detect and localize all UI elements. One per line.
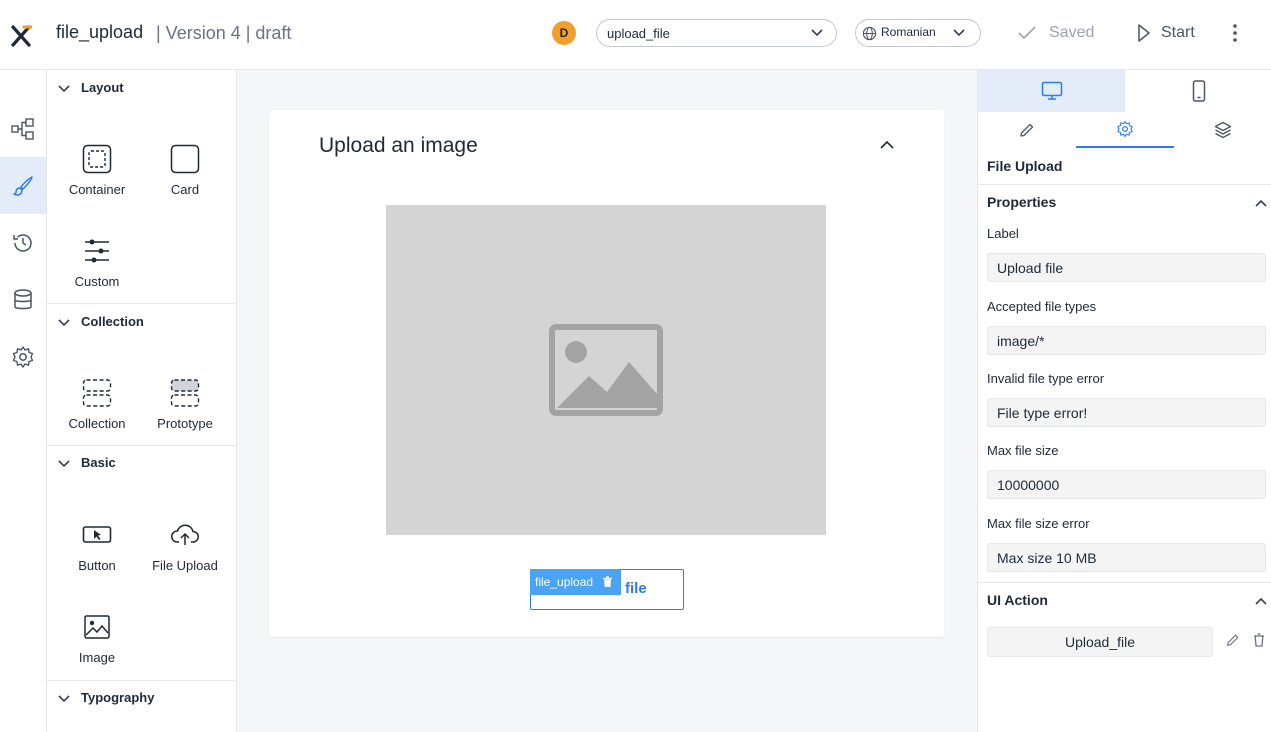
settings-tab[interactable] — [1076, 112, 1174, 148]
start-label: Start — [1161, 24, 1195, 41]
prototype-icon — [170, 378, 200, 408]
chevron-up-icon[interactable] — [879, 138, 895, 156]
invalid-type-error-field[interactable]: File type error! — [987, 398, 1266, 427]
max-size-field[interactable]: 10000000 — [987, 470, 1266, 499]
app-title: file_upload — [56, 22, 144, 42]
accepted-types-label: Accepted file types — [987, 299, 1097, 314]
flow-select-value: upload_file — [607, 26, 670, 41]
max-size-error-label: Max file size error — [987, 516, 1090, 531]
card-icon — [170, 144, 200, 174]
components-palette: Layout Container Card Custom Collection … — [47, 70, 237, 732]
desktop-icon — [1041, 81, 1062, 100]
card-component[interactable]: Upload an image file file_upload — [269, 110, 944, 637]
section-typography-label: Typography — [81, 690, 155, 705]
upload-button-label: file — [625, 580, 647, 597]
left-rail — [0, 70, 47, 732]
tile-card[interactable]: Card — [141, 144, 229, 224]
chevron-up-icon[interactable] — [1254, 594, 1268, 612]
section-typography[interactable]: Typography — [47, 680, 236, 716]
desktop-tab[interactable] — [978, 70, 1125, 112]
brush-icon[interactable] — [0, 157, 46, 214]
cloud-upload-icon — [170, 520, 200, 550]
design-canvas[interactable]: Upload an image file file_upload — [237, 70, 977, 732]
ui-action-header[interactable]: UI Action — [987, 592, 1048, 608]
ui-action-item[interactable]: Upload_file — [987, 627, 1213, 657]
tile-container-label: Container — [68, 182, 126, 197]
image-icon — [549, 324, 663, 416]
chevron-down-icon — [57, 316, 71, 334]
section-collection-label: Collection — [81, 314, 144, 329]
mobile-icon — [1192, 80, 1205, 102]
chevron-down-icon — [57, 692, 71, 710]
saved-label: Saved — [1049, 24, 1095, 41]
layers-icon — [1214, 121, 1232, 139]
language-select[interactable]: Romanian — [855, 19, 981, 47]
edit-tab[interactable] — [978, 112, 1076, 148]
section-layout-label: Layout — [81, 80, 124, 95]
inspector-panel: File Upload Properties Label Upload file… — [977, 70, 1271, 732]
edit-icon[interactable] — [1226, 633, 1240, 652]
start-button[interactable]: Start — [1137, 22, 1195, 49]
card-title: Upload an image — [319, 134, 478, 157]
section-basic[interactable]: Basic — [47, 445, 236, 481]
tile-collection-label: Collection — [68, 416, 126, 431]
image-icon — [82, 612, 112, 642]
saved-status: Saved — [1017, 22, 1094, 49]
tile-file-upload-label: File Upload — [152, 558, 218, 573]
tile-file-upload[interactable]: File Upload — [141, 520, 229, 600]
chevron-down-icon — [810, 26, 824, 43]
max-size-label: Max file size — [987, 443, 1059, 458]
tile-button-label: Button — [78, 558, 116, 573]
tile-custom-label: Custom — [74, 274, 120, 289]
invalid-type-error-label: Invalid file type error — [987, 371, 1105, 386]
chevron-down-icon — [952, 26, 966, 43]
button-icon — [82, 520, 112, 550]
properties-header[interactable]: Properties — [987, 194, 1056, 210]
selection-tag[interactable]: file_upload — [530, 569, 621, 595]
tile-prototype-label: Prototype — [157, 416, 213, 431]
settings-icon — [1117, 120, 1133, 138]
language-select-value: Romanian — [881, 25, 936, 39]
play-icon — [1137, 24, 1151, 48]
chevron-down-icon — [57, 82, 71, 100]
edit-icon — [1020, 123, 1034, 137]
tile-button[interactable]: Button — [53, 520, 141, 600]
avatar[interactable]: D — [552, 21, 576, 45]
chevron-up-icon[interactable] — [1254, 196, 1268, 214]
logo-icon[interactable] — [10, 23, 33, 47]
tile-container[interactable]: Container — [53, 144, 141, 224]
divider — [978, 582, 1271, 583]
layers-tab[interactable] — [1174, 112, 1271, 148]
trash-icon[interactable] — [1253, 633, 1265, 652]
label-field-label: Label — [987, 226, 1019, 241]
more-options-icon[interactable] — [1229, 22, 1241, 44]
settings-icon[interactable] — [0, 328, 46, 385]
collection-icon — [82, 378, 112, 408]
database-icon[interactable] — [0, 271, 46, 328]
flow-icon[interactable] — [0, 100, 46, 157]
trash-icon[interactable] — [602, 576, 613, 591]
selection-tag-label: file_upload — [535, 575, 594, 589]
tile-card-label: Card — [170, 182, 200, 197]
section-layout[interactable]: Layout — [47, 70, 236, 106]
version-info: | Version 4 | draft — [156, 23, 292, 43]
container-icon — [82, 144, 112, 174]
chevron-down-icon — [57, 457, 71, 475]
mobile-tab[interactable] — [1125, 70, 1271, 112]
tile-image-label: Image — [78, 650, 116, 665]
component-name: File Upload — [987, 158, 1063, 174]
divider — [978, 184, 1271, 185]
globe-icon — [862, 26, 877, 44]
label-field[interactable]: Upload file — [987, 253, 1266, 282]
history-icon[interactable] — [0, 214, 46, 271]
check-icon — [1017, 26, 1037, 48]
flow-select[interactable]: upload_file — [596, 19, 837, 47]
image-placeholder[interactable] — [386, 205, 826, 535]
max-size-error-field[interactable]: Max size 10 MB — [987, 543, 1266, 572]
accepted-types-field[interactable]: image/* — [987, 326, 1266, 355]
sliders-icon — [82, 236, 112, 266]
top-bar: file_upload | Version 4 | draft D upload… — [0, 0, 1271, 70]
section-basic-label: Basic — [81, 455, 116, 470]
section-collection[interactable]: Collection — [47, 304, 236, 340]
